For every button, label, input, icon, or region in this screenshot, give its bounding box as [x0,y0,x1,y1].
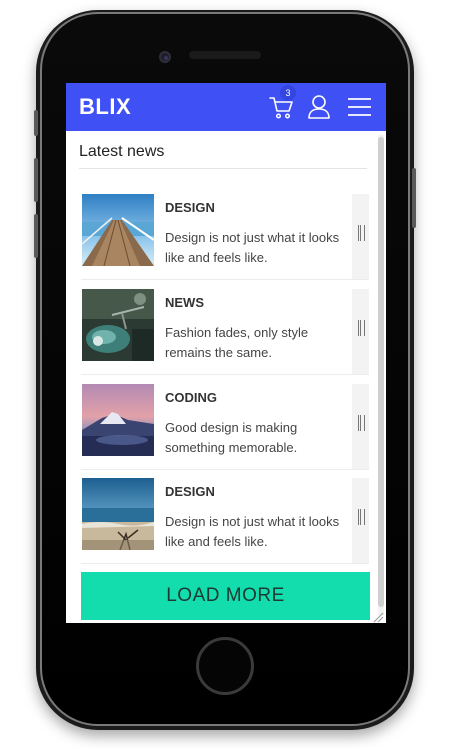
beach-photo[interactable] [82,478,154,550]
news-card[interactable]: CODING Good design is making something m… [81,384,369,470]
drag-handle[interactable] [352,194,369,279]
home-button[interactable] [196,637,254,695]
grip-icon [358,415,365,431]
drag-handle[interactable] [352,478,369,563]
news-description: Fashion fades, only style remains the sa… [165,325,309,360]
news-category: DESIGN [165,484,215,499]
grip-icon [358,225,365,241]
front-camera [159,51,171,63]
earpiece-speaker [189,51,261,59]
section-divider [79,168,367,169]
account-button[interactable] [304,92,334,122]
news-card[interactable]: DESIGN Design is not just what it looks … [81,478,369,564]
news-category: NEWS [165,295,204,310]
user-icon [308,95,330,119]
news-card[interactable]: DESIGN Design is not just what it looks … [81,194,369,280]
phone-volume-up [34,158,38,202]
cart-count-badge: 3 [280,85,296,101]
news-description: Design is not just what it looks like an… [165,514,340,549]
app-header: BLIX 3 [66,83,386,131]
pier-photo[interactable] [82,194,154,266]
load-more-button[interactable]: LOAD MORE [81,572,370,620]
news-category: DESIGN [165,200,215,215]
mountain-sunset-photo[interactable] [82,384,154,456]
scrollbar-thumb[interactable] [378,137,384,607]
drag-handle[interactable] [352,384,369,469]
grip-icon [358,509,365,525]
section-title: Latest news [79,143,165,160]
grip-icon [358,320,365,336]
phone-mute-switch [34,110,38,136]
news-card[interactable]: NEWS Fashion fades, only style remains t… [81,289,369,375]
phone-power-button [412,168,416,228]
drag-handle[interactable] [352,289,369,374]
phone-screen: BLIX 3 Latest news DESIGN Design is not … [66,83,386,623]
scooter-photo[interactable] [82,289,154,361]
news-category: CODING [165,390,217,405]
resize-handle-icon[interactable] [372,611,384,623]
scrollbar[interactable] [378,135,384,615]
brand-logo[interactable]: BLIX [79,94,131,120]
hamburger-menu-icon [348,98,371,116]
menu-button[interactable] [345,92,375,122]
phone-volume-down [34,214,38,258]
news-description: Design is not just what it looks like an… [165,230,340,265]
news-description: Good design is making something memorabl… [165,420,298,455]
